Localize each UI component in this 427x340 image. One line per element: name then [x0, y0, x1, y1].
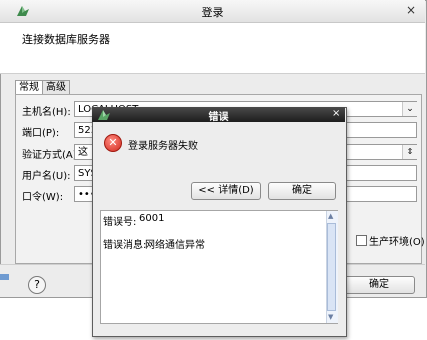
help-icon[interactable]: ? [28, 276, 46, 294]
scroll-up-icon[interactable]: ▲ [328, 212, 333, 220]
production-checkbox-label: 生产环境(O) [369, 237, 425, 248]
close-icon[interactable]: × [332, 108, 340, 119]
username-label: 用户名(U): [22, 171, 71, 182]
production-checkbox[interactable] [356, 235, 367, 246]
error-message: 登录服务器失败 [128, 141, 198, 152]
background-window-edge [0, 274, 9, 280]
chevron-down-icon[interactable]: ⌄ [402, 102, 417, 116]
error-code-label: 错误号: [103, 217, 137, 228]
header-title: 连接数据库服务器 [22, 33, 110, 46]
tab-general[interactable]: 常规 [15, 80, 43, 95]
error-x-icon: ✕ [104, 134, 122, 152]
login-ok-button[interactable]: 确定 [343, 276, 415, 294]
port-label: 端口(P): [22, 128, 60, 139]
spinner-updown-icon[interactable]: ⇕ [402, 145, 417, 159]
password-label: 口令(W): [22, 192, 64, 203]
auth-method-label: 验证方式(A): [22, 150, 81, 161]
auth-method-value: 这 [78, 147, 88, 158]
scroll-down-icon[interactable]: ▼ [328, 313, 333, 321]
error-code-value: 6001 [139, 213, 165, 224]
host-label: 主机名(H): [22, 107, 71, 118]
scrollbar-thumb[interactable] [327, 223, 336, 311]
error-ok-button[interactable]: 确定 [268, 182, 336, 200]
details-button[interactable]: << 详情(D) [191, 182, 261, 200]
login-window-title: 登录 [201, 6, 224, 19]
tab-advanced[interactable]: 高级 [42, 80, 70, 95]
error-dialog-title: 错误 [208, 112, 229, 123]
error-message-value: 网络通信异常 [145, 240, 205, 251]
close-icon[interactable]: × [406, 3, 416, 17]
error-message-label: 错误消息: [103, 240, 147, 251]
